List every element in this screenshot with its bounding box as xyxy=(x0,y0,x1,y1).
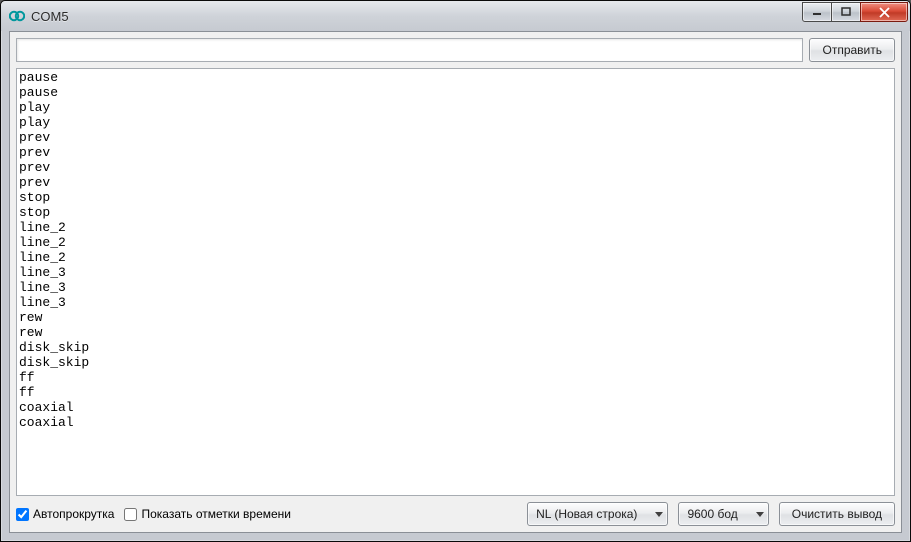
chevron-down-icon xyxy=(756,512,764,517)
close-button[interactable] xyxy=(860,2,908,22)
send-row: Отправить xyxy=(10,32,901,68)
timestamps-checkbox[interactable]: Показать отметки времени xyxy=(124,507,291,521)
footer-row: Автопрокрутка Показать отметки времени N… xyxy=(10,496,901,532)
timestamps-input[interactable] xyxy=(124,508,137,521)
maximize-button[interactable] xyxy=(831,2,861,22)
send-input[interactable] xyxy=(16,38,803,62)
chevron-down-icon xyxy=(655,512,663,517)
autoscroll-input[interactable] xyxy=(16,508,29,521)
line-ending-value: NL (Новая строка) xyxy=(536,507,637,521)
baud-rate-select[interactable]: 9600 бод xyxy=(678,502,768,526)
autoscroll-label: Автопрокрутка xyxy=(33,507,114,521)
arduino-icon xyxy=(9,8,25,24)
autoscroll-checkbox[interactable]: Автопрокрутка xyxy=(16,507,114,521)
serial-output[interactable]: pause pause play play prev prev prev pre… xyxy=(16,68,895,496)
title-bar[interactable]: COM5 xyxy=(1,1,910,31)
client-area: Отправить pause pause play play prev pre… xyxy=(9,31,902,533)
minimize-button[interactable] xyxy=(802,2,832,22)
baud-rate-value: 9600 бод xyxy=(687,507,737,521)
window-frame: COM5 Отправить pause pause play play pre… xyxy=(0,0,911,542)
clear-output-button[interactable]: Очистить вывод xyxy=(779,502,895,526)
window-title: COM5 xyxy=(31,9,803,24)
timestamps-label: Показать отметки времени xyxy=(141,507,291,521)
send-button[interactable]: Отправить xyxy=(809,38,895,62)
window-controls xyxy=(803,2,908,24)
line-ending-select[interactable]: NL (Новая строка) xyxy=(527,502,668,526)
